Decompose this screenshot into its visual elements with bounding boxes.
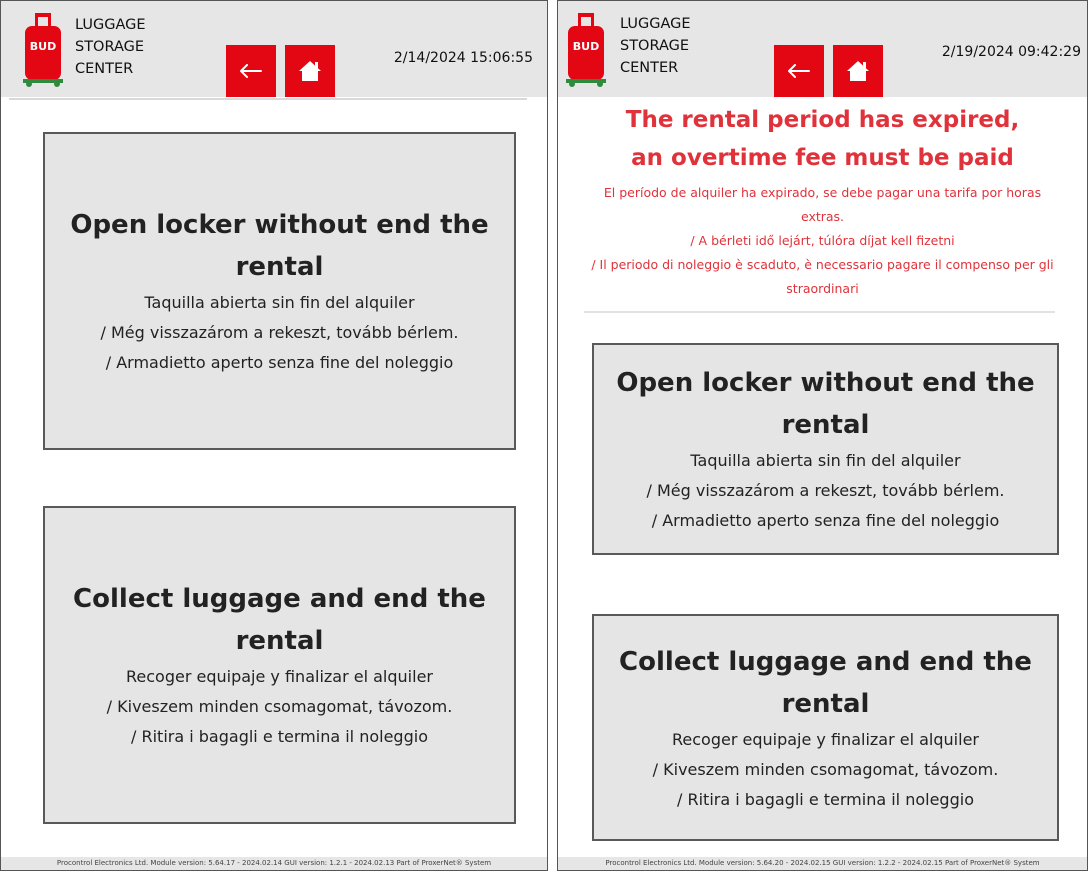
brand-line-1: LUGGAGE: [75, 17, 146, 33]
kiosk-screen-left: BUD LUGGAGE STORAGE CENTER 2/14/2024 15:…: [0, 0, 548, 871]
alert-line-es: El período de alquiler ha expirado, se d…: [603, 185, 1042, 224]
card-title: Open locker without end the rental: [70, 210, 489, 282]
kiosk-screen-right: BUD LUGGAGE STORAGE CENTER 2/19/2024 09:…: [557, 0, 1088, 871]
header-divider: [9, 98, 527, 100]
home-icon: [847, 61, 869, 81]
collect-luggage-button[interactable]: Collect luggage and end the rental Recog…: [43, 506, 516, 824]
header-bar: BUD LUGGAGE STORAGE CENTER 2/19/2024 09:…: [558, 1, 1087, 97]
card-line-es: Taquilla abierta sin fin del alquiler: [144, 293, 415, 312]
card-line-hu: / Még visszazárom a rekeszt, tovább bérl…: [100, 323, 459, 342]
brand-line-1: LUGGAGE: [620, 16, 691, 32]
alert-line-it: / Il periodo di noleggio è scaduto, è ne…: [591, 257, 1054, 296]
card-line-hu: / Kiveszem minden csomagomat, távozom.: [106, 697, 453, 716]
header-bar: BUD LUGGAGE STORAGE CENTER 2/14/2024 15:…: [1, 1, 547, 97]
card-line-es: Recoger equipaje y finalizar el alquiler: [126, 667, 433, 686]
alert-title: The rental period has expired, an overti…: [625, 107, 1020, 171]
card-line-it: / Ritira i bagagli e termina il noleggio: [131, 727, 428, 746]
home-button[interactable]: [833, 45, 883, 97]
brand-line-3: CENTER: [620, 60, 679, 76]
brand-line-2: STORAGE: [620, 38, 690, 54]
card-title: Collect luggage and end the rental: [619, 646, 1032, 719]
footer-version-info: Procontrol Electronics Ltd. Module versi…: [1, 857, 547, 870]
back-button[interactable]: [226, 45, 276, 97]
home-icon: [299, 61, 321, 81]
home-button[interactable]: [285, 45, 335, 97]
card-title: Collect luggage and end the rental: [73, 584, 486, 656]
expired-alert: The rental period has expired, an overti…: [568, 101, 1077, 301]
open-locker-button[interactable]: Open locker without end the rental Taqui…: [592, 343, 1059, 555]
suitcase-logo-icon: BUD: [566, 13, 606, 87]
footer-version-info: Procontrol Electronics Ltd. Module versi…: [558, 857, 1087, 870]
alert-line-hu: / A bérleti idő lejárt, túlóra díjat kel…: [690, 233, 955, 248]
back-button[interactable]: [774, 45, 824, 97]
card-title: Open locker without end the rental: [616, 368, 1035, 440]
card-line-es: Recoger equipaje y finalizar el alquiler: [672, 729, 979, 749]
card-line-hu: / Még visszazárom a rekeszt, tovább bérl…: [646, 481, 1005, 500]
collect-luggage-button[interactable]: Collect luggage and end the rental Recog…: [592, 614, 1059, 841]
suitcase-logo-icon: BUD: [23, 13, 63, 87]
logo-text: BUD: [30, 40, 56, 53]
card-line-hu: / Kiveszem minden csomagomat, távozom.: [652, 759, 999, 779]
brand-name: LUGGAGE STORAGE CENTER: [75, 14, 146, 80]
card-line-it: / Armadietto aperto senza fine del noleg…: [651, 511, 1000, 530]
arrow-left-icon: [788, 64, 810, 78]
brand-name: LUGGAGE STORAGE CENTER: [620, 13, 691, 79]
card-line-es: Taquilla abierta sin fin del alquiler: [690, 451, 961, 470]
card-line-it: / Ritira i bagagli e termina il noleggio: [677, 789, 974, 809]
card-line-it: / Armadietto aperto senza fine del noleg…: [105, 353, 454, 372]
brand-line-2: STORAGE: [75, 39, 145, 55]
datetime-display: 2/14/2024 15:06:55: [393, 50, 533, 66]
arrow-left-icon: [240, 64, 262, 78]
open-locker-button[interactable]: Open locker without end the rental Taqui…: [43, 132, 516, 450]
logo-text: BUD: [573, 40, 599, 53]
brand-line-3: CENTER: [75, 61, 134, 77]
alert-divider: [584, 311, 1055, 313]
datetime-display: 2/19/2024 09:42:29: [941, 44, 1081, 60]
